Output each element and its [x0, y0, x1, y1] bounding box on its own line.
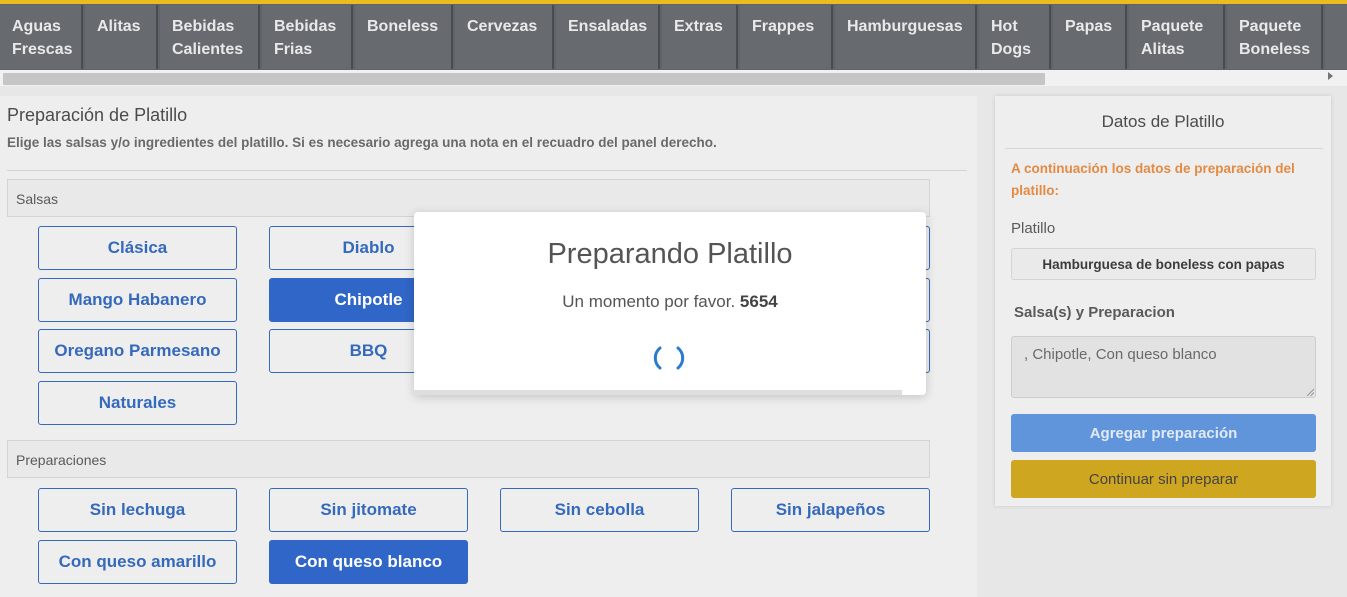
modal-title: Preparando Platillo [547, 238, 793, 270]
loading-spinner-icon [653, 346, 685, 370]
modal-progress-track [414, 390, 902, 395]
modal-code: 5654 [739, 292, 778, 311]
modal-message: Un momento por favor. 5654 [414, 292, 926, 312]
modal-message-text: Un momento por favor. [562, 292, 736, 311]
